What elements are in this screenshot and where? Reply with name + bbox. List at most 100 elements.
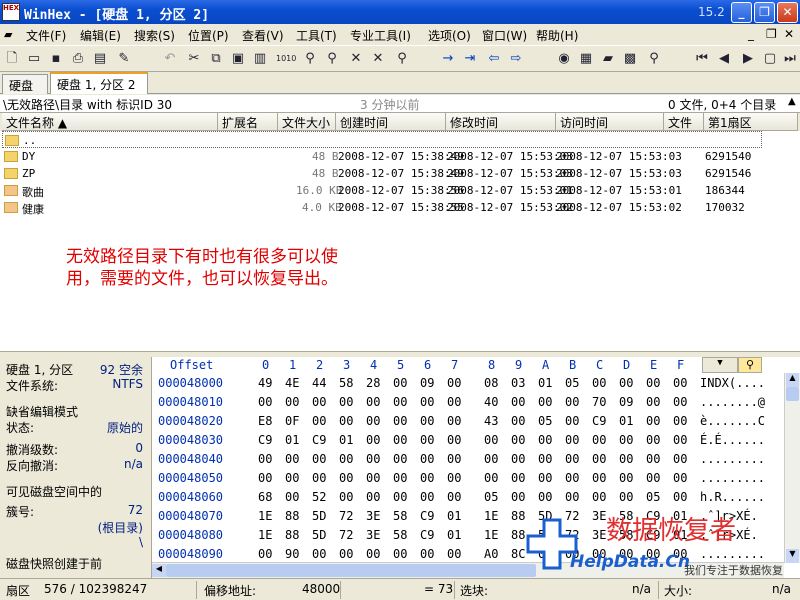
col-size[interactable]: 文件大小: [278, 113, 336, 131]
hex-byte[interactable]: 1E: [484, 528, 498, 542]
hex-byte[interactable]: A0: [484, 547, 498, 561]
menu-position[interactable]: 位置(P): [188, 27, 229, 44]
hex-ascii[interactable]: É.É......: [700, 433, 765, 447]
hex-byte[interactable]: 05: [646, 490, 660, 504]
menu-pro-tools[interactable]: 专业工具(I): [350, 27, 411, 44]
hex-byte[interactable]: 00: [285, 452, 299, 466]
hex-byte[interactable]: 00: [646, 376, 660, 390]
hex-ascii[interactable]: è.......C: [700, 414, 765, 428]
menu-options[interactable]: 选项(O): [428, 27, 471, 44]
hex-byte[interactable]: C9: [592, 414, 606, 428]
hex-byte[interactable]: 00: [366, 547, 380, 561]
hex-row[interactable]: 000048020 E8 0F 00 00 00 00 00 00 43 00 05 00 C9 01 00 0…: [152, 414, 800, 433]
menu-help[interactable]: 帮助(H): [536, 27, 578, 44]
hex-byte[interactable]: 00: [565, 452, 579, 466]
disk-menu-icon[interactable]: ▰: [4, 28, 12, 41]
hscroll-thumb[interactable]: [166, 564, 536, 577]
hex-byte[interactable]: 00: [484, 471, 498, 485]
calculator-icon[interactable]: ▩: [622, 51, 638, 67]
hex-byte[interactable]: 00: [393, 414, 407, 428]
hex-byte[interactable]: 00: [393, 471, 407, 485]
last-sector-icon[interactable]: ⏭: [782, 51, 798, 67]
hex-byte[interactable]: 00: [258, 395, 272, 409]
hex-byte[interactable]: 05: [565, 376, 579, 390]
hex-byte[interactable]: 00: [339, 490, 353, 504]
hex-byte[interactable]: 00: [592, 471, 606, 485]
hex-byte[interactable]: 00: [619, 471, 633, 485]
hex-byte[interactable]: 03: [511, 376, 525, 390]
hex-byte[interactable]: 00: [420, 547, 434, 561]
hex-byte[interactable]: 00: [393, 452, 407, 466]
save-icon[interactable]: ▪: [48, 51, 64, 67]
hex-byte[interactable]: 00: [565, 414, 579, 428]
hex-byte[interactable]: 00: [285, 471, 299, 485]
list-item[interactable]: ..: [2, 131, 762, 148]
hex-byte[interactable]: 00: [592, 433, 606, 447]
hex-byte[interactable]: 00: [565, 471, 579, 485]
forward-icon[interactable]: ⇨: [508, 51, 524, 67]
hex-byte[interactable]: 00: [673, 376, 687, 390]
hex-byte[interactable]: 00: [420, 471, 434, 485]
hex-byte[interactable]: 00: [312, 547, 326, 561]
hex-byte[interactable]: 58: [393, 528, 407, 542]
clone-icon[interactable]: ▢: [762, 51, 778, 67]
hex-byte[interactable]: 00: [646, 414, 660, 428]
hex-row[interactable]: 000048000 49 4E 44 58 28 00 09 00 08 03 01 05 00 00 00 0…: [152, 376, 800, 395]
hex-byte[interactable]: 4E: [285, 376, 299, 390]
hex-byte[interactable]: 43: [484, 414, 498, 428]
hex-byte[interactable]: 00: [420, 490, 434, 504]
hex-byte[interactable]: 00: [619, 433, 633, 447]
list-item[interactable]: ZP 48 B 2008-12-07 15:38:49 2008-12-07 1…: [2, 165, 762, 182]
find-text-icon[interactable]: ⚲: [302, 51, 318, 67]
hex-byte[interactable]: 00: [339, 414, 353, 428]
hex-byte[interactable]: 72: [339, 509, 353, 523]
hex-byte[interactable]: 00: [447, 414, 461, 428]
hex-ascii[interactable]: INDX(....: [700, 376, 765, 390]
hex-byte[interactable]: 0F: [285, 414, 299, 428]
col-accessed[interactable]: 访问时间: [556, 113, 664, 131]
hex-byte[interactable]: 1E: [258, 509, 272, 523]
hex-byte[interactable]: C9: [420, 528, 434, 542]
mdi-minimize-icon[interactable]: _: [748, 27, 754, 41]
minimize-button[interactable]: _: [731, 2, 752, 23]
goto-sector-icon[interactable]: ⇥: [462, 51, 478, 67]
hex-byte[interactable]: 00: [285, 395, 299, 409]
hex-byte[interactable]: 00: [312, 452, 326, 466]
hex-byte[interactable]: 09: [420, 376, 434, 390]
replace-hex-icon[interactable]: ✕: [370, 51, 386, 67]
hex-byte[interactable]: 00: [511, 471, 525, 485]
col-attr[interactable]: 文件: [664, 113, 704, 131]
back-icon[interactable]: ⇦: [486, 51, 502, 67]
hex-byte[interactable]: 68: [258, 490, 272, 504]
new-file-icon[interactable]: 🗋: [4, 51, 20, 67]
hex-byte[interactable]: 01: [285, 433, 299, 447]
hex-byte[interactable]: 00: [565, 433, 579, 447]
hex-byte[interactable]: 00: [447, 547, 461, 561]
hex-byte[interactable]: 00: [258, 452, 272, 466]
scroll-left-icon[interactable]: ◀: [152, 564, 166, 577]
hex-ascii[interactable]: ........@: [700, 395, 765, 409]
hex-row[interactable]: 000048040 00 00 00 00 00 00 00 00 00 00 00 00 00 00 00 0…: [152, 452, 800, 471]
hex-byte[interactable]: 00: [484, 452, 498, 466]
binary-icon[interactable]: 1010: [276, 51, 296, 67]
hex-byte[interactable]: 01: [447, 528, 461, 542]
mdi-close-icon[interactable]: ✕: [784, 27, 794, 41]
hex-byte[interactable]: 00: [393, 547, 407, 561]
hex-byte[interactable]: 70: [592, 395, 606, 409]
hex-ascii[interactable]: .........: [700, 452, 765, 466]
hex-byte[interactable]: 00: [420, 414, 434, 428]
hex-byte[interactable]: C9: [258, 433, 272, 447]
search-icon[interactable]: ⚲: [646, 51, 662, 67]
maximize-button[interactable]: ❐: [754, 2, 775, 23]
hex-byte[interactable]: 00: [447, 490, 461, 504]
hex-byte[interactable]: 01: [538, 376, 552, 390]
hex-byte[interactable]: C9: [420, 509, 434, 523]
hex-byte[interactable]: 00: [366, 395, 380, 409]
hex-byte[interactable]: 00: [366, 452, 380, 466]
hex-byte[interactable]: 00: [285, 490, 299, 504]
list-item[interactable]: DY 48 B 2008-12-07 15:38:49 2008-12-07 1…: [2, 148, 762, 165]
col-filename[interactable]: 文件名称 ▲: [2, 113, 218, 131]
copy-icon[interactable]: ⧉: [208, 51, 224, 67]
disk-editor-icon[interactable]: ◉: [556, 51, 572, 67]
open-folder-icon[interactable]: ✎: [116, 51, 132, 67]
